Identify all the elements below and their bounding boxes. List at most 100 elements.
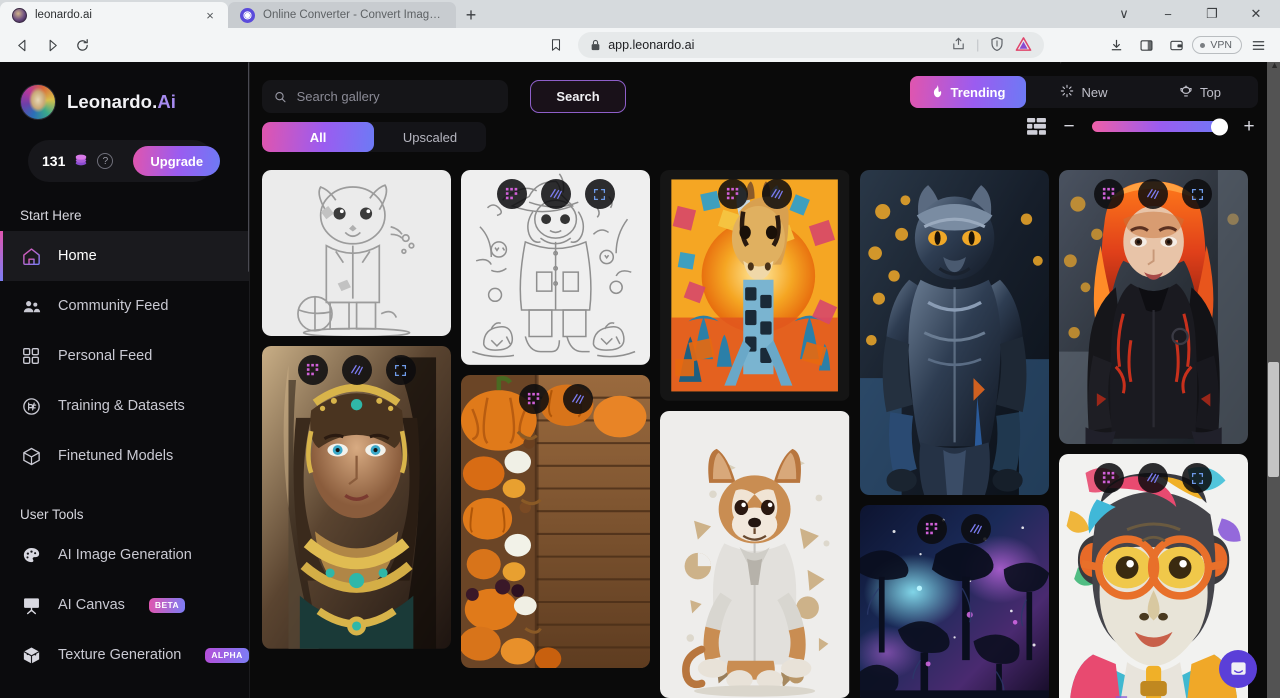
sidebar-item-community-feed[interactable]: Community Feed <box>0 281 249 331</box>
remix-icon[interactable] <box>497 179 527 209</box>
tab-new[interactable]: New <box>1026 76 1142 108</box>
page-scrollbar-track[interactable]: ▲ <box>1267 62 1280 698</box>
gallery-card[interactable] <box>262 346 451 649</box>
sidebar-item-texture-generation[interactable]: Texture Generation ALPHA <box>0 630 249 680</box>
texture-cube-icon <box>20 644 42 666</box>
brand-logo-row[interactable]: Leonardo.Ai <box>0 62 249 120</box>
zoom-slider-thumb[interactable] <box>1211 118 1228 135</box>
sidebar-section-user-tools: User Tools <box>0 507 249 522</box>
leo-ai-icon[interactable] <box>1015 36 1032 55</box>
bookmark-icon[interactable] <box>542 32 570 58</box>
search-input[interactable] <box>297 89 496 104</box>
sidebar-item-label: Community Feed <box>58 298 168 314</box>
search-button[interactable]: Search <box>530 80 626 113</box>
motion-icon[interactable] <box>1138 179 1168 209</box>
tab-trending[interactable]: Trending <box>910 76 1026 108</box>
image-gallery <box>262 170 1256 698</box>
sidebar-item-training-datasets[interactable]: Training & Datasets <box>0 381 249 431</box>
sort-label: Trending <box>951 85 1006 100</box>
upgrade-button[interactable]: Upgrade <box>133 146 220 176</box>
motion-icon[interactable] <box>1138 463 1168 493</box>
gallery-card[interactable] <box>860 505 1049 698</box>
motion-icon[interactable] <box>541 179 571 209</box>
forward-arrow-icon[interactable] <box>38 32 66 58</box>
remix-icon[interactable] <box>1094 179 1124 209</box>
motion-icon[interactable] <box>762 179 792 209</box>
downloads-icon[interactable] <box>1102 32 1130 58</box>
tab-top[interactable]: Top <box>1142 76 1258 108</box>
page-scrollbar-thumb[interactable] <box>1268 362 1279 477</box>
fullscreen-icon[interactable] <box>386 355 416 385</box>
zoom-slider[interactable] <box>1092 121 1226 132</box>
remix-icon[interactable] <box>298 355 328 385</box>
browser-tab-leonardo[interactable]: leonardo.ai × <box>0 2 228 28</box>
sort-label: Top <box>1200 85 1221 100</box>
sidebar-item-personal-feed[interactable]: Personal Feed <box>0 331 249 381</box>
main-content: Search All Upscaled Trending <box>250 62 1280 698</box>
generated-image <box>860 170 1049 495</box>
vpn-button[interactable]: VPN <box>1192 36 1242 54</box>
new-tab-button[interactable]: + <box>456 2 486 28</box>
fullscreen-icon[interactable] <box>1182 463 1212 493</box>
help-icon[interactable]: ? <box>97 153 113 169</box>
close-icon[interactable]: × <box>202 8 218 23</box>
wallet-icon[interactable] <box>1162 32 1190 58</box>
back-arrow-icon[interactable] <box>8 32 36 58</box>
gallery-card[interactable] <box>461 170 650 365</box>
sparkle-icon <box>1060 84 1074 101</box>
gallery-card[interactable] <box>660 411 849 698</box>
card-actions <box>660 179 849 209</box>
sidebar-panel-icon[interactable] <box>1132 32 1160 58</box>
minimize-icon[interactable]: − <box>1146 0 1190 28</box>
flame-icon <box>931 84 944 101</box>
close-window-icon[interactable]: ✕ <box>1234 0 1278 28</box>
share-icon[interactable] <box>951 36 966 54</box>
vpn-label: VPN <box>1210 39 1232 51</box>
generated-image <box>262 170 451 336</box>
gallery-card[interactable] <box>461 375 650 668</box>
search-field-wrapper[interactable] <box>262 80 508 113</box>
fullscreen-icon[interactable] <box>1182 179 1212 209</box>
intercom-chat-icon <box>1229 660 1248 679</box>
url-text: app.leonardo.ai <box>608 38 694 52</box>
motion-icon[interactable] <box>563 384 593 414</box>
fullscreen-icon[interactable] <box>585 179 615 209</box>
remix-icon[interactable] <box>917 514 947 544</box>
zoom-out-button[interactable]: − <box>1060 117 1078 136</box>
remix-icon[interactable] <box>1094 463 1124 493</box>
app-sidebar: Leonardo.Ai 131 ? Upgrade Start Here <box>0 62 250 698</box>
hamburger-menu-icon[interactable] <box>1244 32 1272 58</box>
card-actions <box>860 514 1049 544</box>
credit-amount: 131 <box>42 153 65 169</box>
card-actions <box>262 355 451 385</box>
gallery-card[interactable] <box>660 170 849 401</box>
motion-icon[interactable] <box>961 514 991 544</box>
layout-grid-icon[interactable] <box>1027 118 1046 135</box>
address-bar[interactable]: app.leonardo.ai | <box>578 32 1044 58</box>
tab-upscaled[interactable]: Upscaled <box>374 122 486 152</box>
motion-icon[interactable] <box>342 355 372 385</box>
gallery-card[interactable] <box>1059 170 1248 444</box>
sidebar-item-ai-canvas[interactable]: AI Canvas BETA <box>0 580 249 630</box>
tab-all[interactable]: All <box>262 122 374 152</box>
intercom-chat-button[interactable] <box>1219 650 1257 688</box>
sidebar-item-home[interactable]: Home <box>0 231 249 281</box>
sidebar-item-label: AI Image Generation <box>58 547 192 563</box>
remix-icon[interactable] <box>519 384 549 414</box>
gallery-card[interactable] <box>262 170 451 336</box>
maximize-icon[interactable]: ❐ <box>1190 0 1234 28</box>
scroll-up-arrow-icon[interactable]: ▲ <box>1270 62 1279 70</box>
tab-title: Online Converter - Convert Image, Vid <box>263 9 446 21</box>
brave-shields-icon[interactable] <box>989 36 1005 55</box>
zoom-in-button[interactable]: + <box>1240 117 1258 136</box>
browser-tab-converter[interactable]: ◉ Online Converter - Convert Image, Vid <box>228 2 456 28</box>
sidebar-item-finetuned-models[interactable]: Finetuned Models <box>0 431 249 481</box>
reload-icon[interactable] <box>68 32 96 58</box>
tab-search-icon[interactable]: ∨ <box>1102 0 1146 28</box>
training-icon <box>20 395 42 417</box>
remix-icon[interactable] <box>718 179 748 209</box>
sidebar-item-ai-image-generation[interactable]: AI Image Generation <box>0 530 249 580</box>
gallery-card[interactable] <box>860 170 1049 495</box>
sidebar-item-label: Texture Generation <box>58 647 181 663</box>
sidebar-section-start-here: Start Here <box>0 208 249 223</box>
